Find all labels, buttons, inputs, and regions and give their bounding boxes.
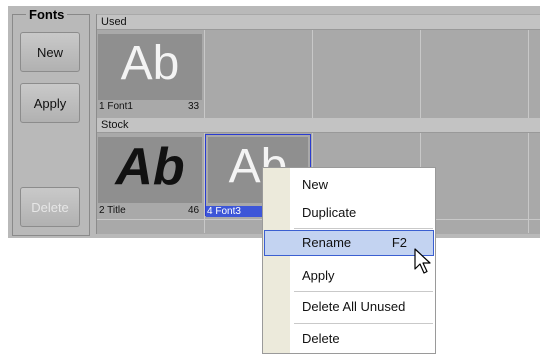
grid-line (204, 30, 205, 118)
fonts-group-title: Fonts (26, 7, 68, 22)
menu-item-delete-all-unused[interactable]: Delete All Unused (264, 294, 434, 320)
menu-item-rename[interactable]: Rename F2 (264, 230, 434, 256)
menu-item-label: Apply (302, 268, 335, 283)
grid-line (312, 30, 313, 118)
menu-separator (294, 291, 433, 292)
font-thumbnail-font1[interactable]: Ab (98, 34, 202, 100)
menu-separator (294, 228, 433, 229)
menu-item-label: New (302, 177, 329, 192)
section-header-stock: Stock (97, 118, 540, 133)
font-label: 2 Title (99, 205, 126, 216)
font-preview-glyph: Ab (120, 37, 180, 90)
menu-item-new[interactable]: New (264, 172, 434, 198)
menu-item-label: Delete (302, 331, 340, 346)
grid-line (420, 30, 421, 118)
font-usage-count: 46 (188, 205, 200, 216)
delete-button[interactable]: Delete (20, 187, 80, 227)
new-button[interactable]: New (20, 32, 80, 72)
font-thumbnail-title[interactable]: Ab (98, 137, 202, 203)
menu-separator (294, 323, 433, 324)
menu-item-delete[interactable]: Delete (264, 326, 434, 352)
menu-item-label: Delete All Unused (302, 299, 406, 314)
font-usage-count: 33 (188, 101, 200, 112)
context-menu: New Duplicate Rename F2 Apply Delete All… (262, 167, 436, 354)
apply-button[interactable]: Apply (20, 83, 80, 123)
menu-item-label: Rename (302, 235, 352, 250)
grid-line (528, 133, 529, 233)
section-header-used: Used (97, 15, 540, 30)
grid-line (528, 30, 529, 118)
menu-shortcut: F2 (391, 235, 407, 250)
mouse-pointer-icon (414, 248, 431, 274)
menu-item-duplicate[interactable]: Duplicate (264, 200, 434, 226)
menu-item-label: Duplicate (302, 205, 357, 220)
font-label-selected: 4 Font3 (206, 206, 267, 217)
menu-item-apply[interactable]: Apply (264, 263, 434, 289)
font-preview-glyph: Ab (115, 138, 185, 196)
font-label: 1 Font1 (99, 101, 133, 112)
